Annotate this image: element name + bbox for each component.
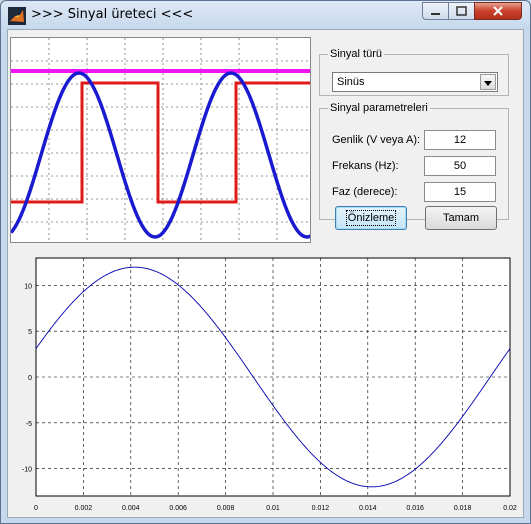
window-title: >>> Sinyal üreteci <<< [31,7,194,22]
amplitude-field[interactable]: 12 [424,130,496,150]
x-tick-label: 0.02 [503,505,517,512]
x-tick-label: 0.014 [359,505,377,512]
signal-type-dropdown[interactable]: Sinüs [332,72,498,92]
signal-plot: 0 0.002 0.004 0.006 0.008 0.01 0.012 0.014 0.016… [8,252,524,518]
maximize-icon [456,6,467,16]
client-area: Sinyal türü Sinüs Sinyal parametreleri G… [7,29,524,518]
signal-type-panel: Sinyal türü Sinüs [319,48,509,96]
signal-type-legend: Sinyal türü [330,48,382,60]
close-button[interactable] [474,2,522,20]
action-buttons-panel: Önizleme Tamam [312,193,514,241]
x-tick-label: 0.004 [122,505,140,512]
matlab-icon [8,7,26,25]
chevron-down-icon[interactable] [480,74,496,90]
maximize-button[interactable] [448,2,475,20]
frequency-field[interactable]: 50 [424,156,496,176]
x-tick-label: 0.002 [75,505,93,512]
ok-button-label: Tamam [442,212,480,224]
x-tick-label: 0.016 [406,505,424,512]
x-tick-label: 0.008 [217,505,235,512]
x-tick-label: 0.01 [266,505,280,512]
preview-button-label: Önizleme [345,210,397,226]
title-bar[interactable]: >>> Sinyal üreteci <<< [1,1,530,29]
close-icon [493,6,503,16]
x-tick-label: 0.018 [454,505,472,512]
y-tick-label: 5 [28,329,32,336]
ok-button[interactable]: Tamam [425,206,497,230]
x-tick-label: 0.012 [312,505,330,512]
preview-button[interactable]: Önizleme [335,206,407,230]
y-tick-label: -5 [26,421,32,428]
signal-parameters-legend: Sinyal parametreleri [330,102,428,114]
signal-plot-graphic: 0 0.002 0.004 0.006 0.008 0.01 0.012 0.014 0.016… [22,257,517,512]
waveform-preview-graphic [11,38,310,242]
frequency-label: Frekans (Hz): [332,160,399,172]
x-tick-label: 0 [34,505,38,512]
app-window: >>> Sinyal üreteci <<< Sinyal türü Sinüs… [0,0,531,524]
waveform-preview-image [10,37,311,243]
y-tick-label: -10 [22,467,32,474]
sine-wave-line [11,71,310,239]
minimize-icon [431,13,440,15]
y-tick-label: 10 [24,283,32,290]
y-tick-label: 0 [28,375,32,382]
x-tick-label: 0.006 [169,505,187,512]
signal-type-value: Sinüs [337,76,365,88]
amplitude-label: Genlik (V veya A): [332,134,421,146]
minimize-button[interactable] [422,2,449,20]
